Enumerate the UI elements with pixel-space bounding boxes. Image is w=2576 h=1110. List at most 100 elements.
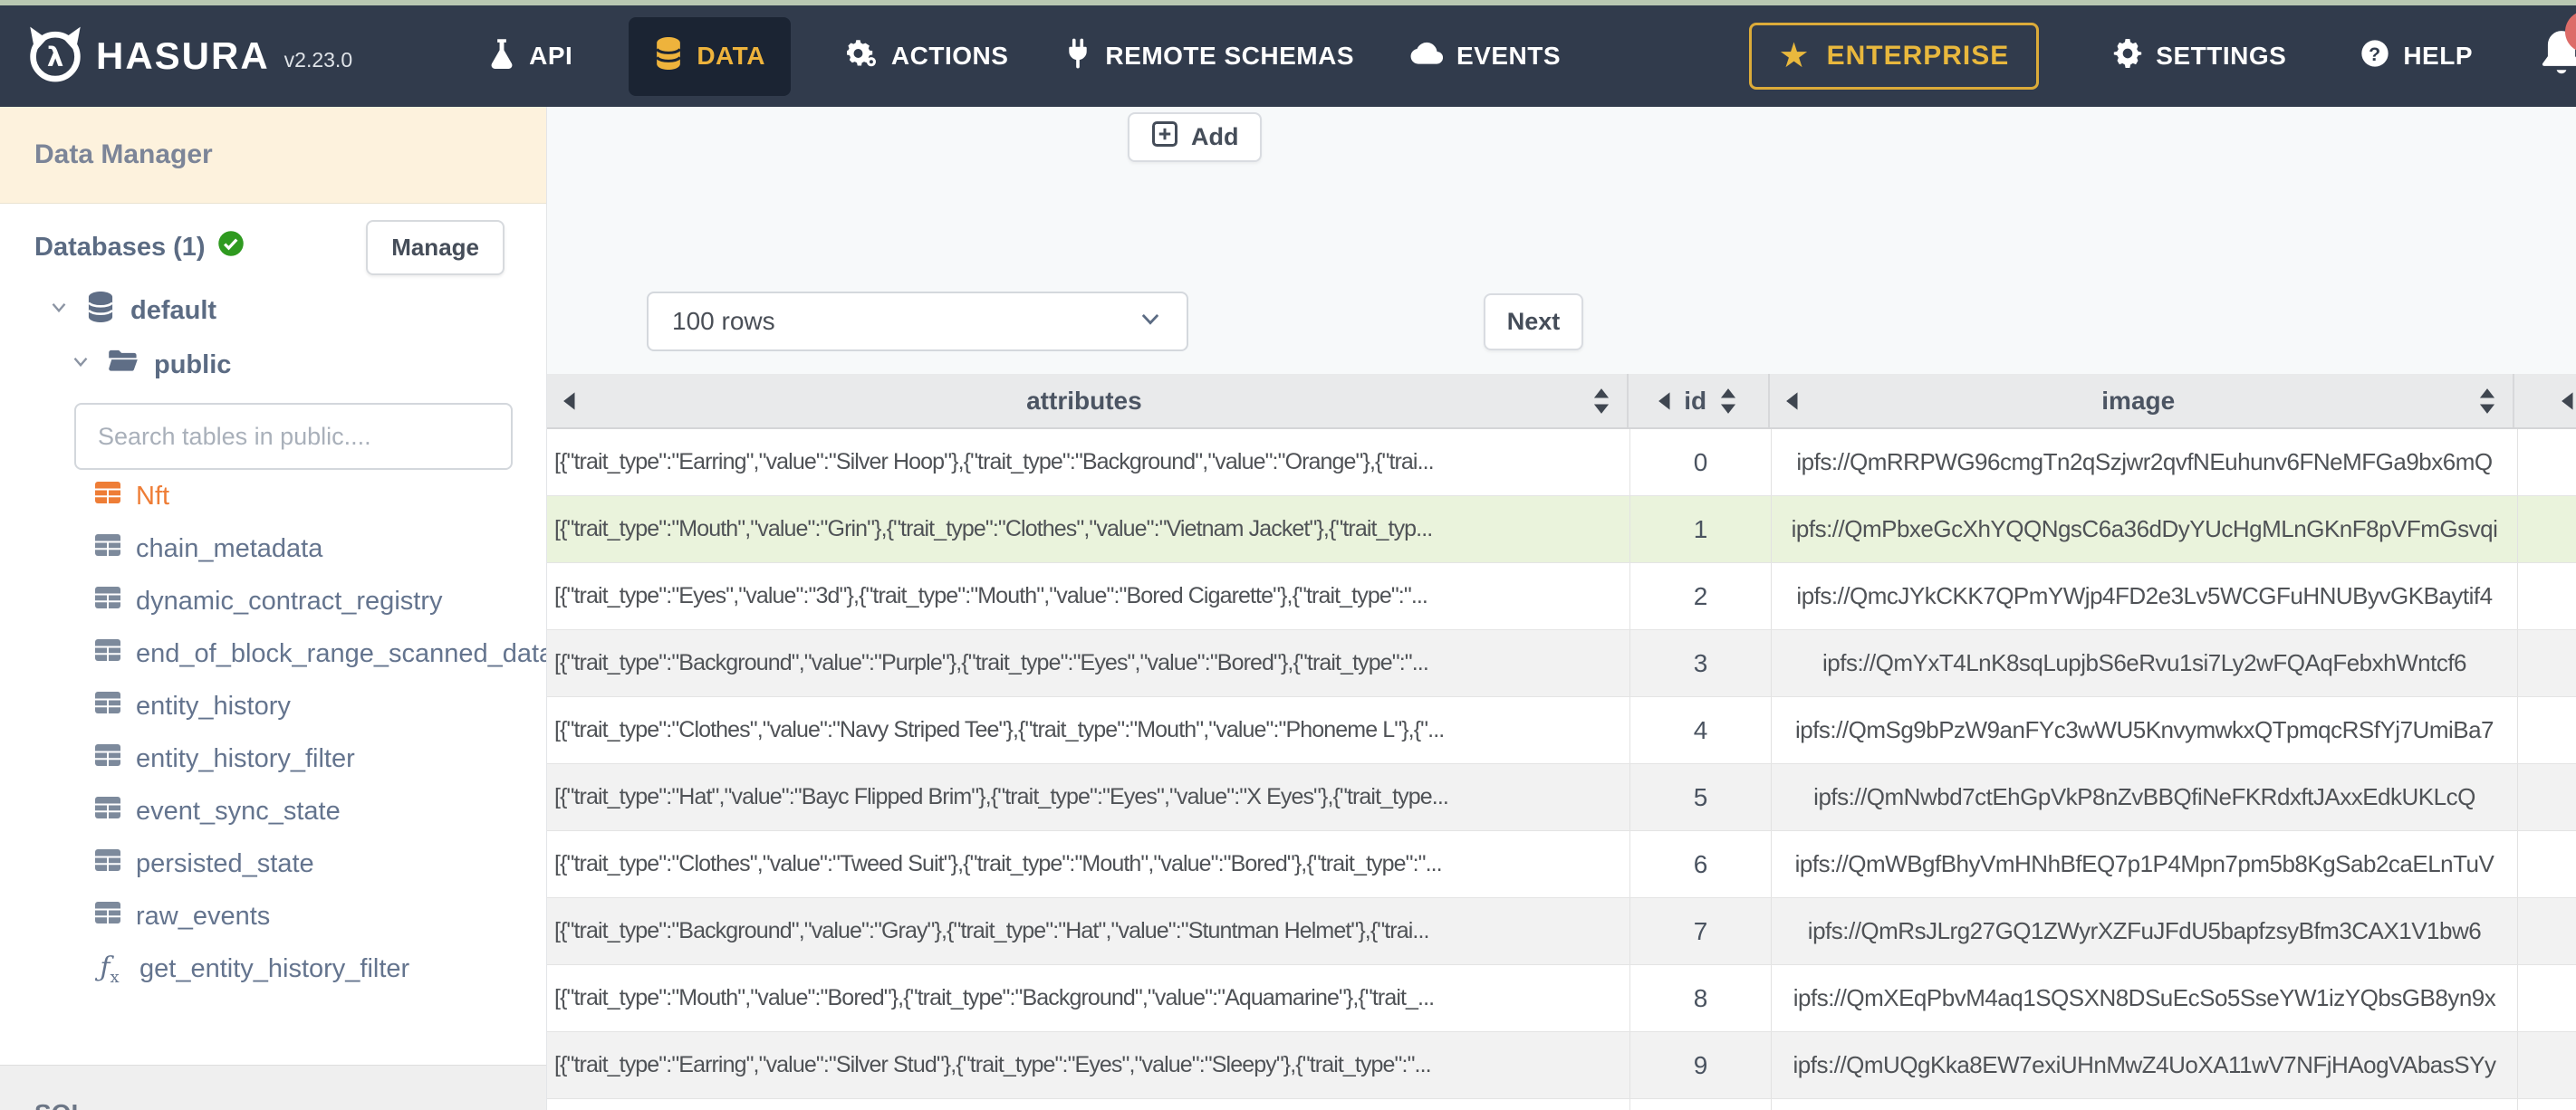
cell-attributes[interactable]: [{"trait_type":"Clothes","value":"Navy S… xyxy=(547,697,1630,763)
chevron-down-icon[interactable] xyxy=(69,349,92,380)
sort-icon[interactable] xyxy=(1717,388,1739,415)
cloud-icon xyxy=(1410,41,1444,72)
cell-id[interactable]: 2 xyxy=(1630,563,1772,629)
cell-image[interactable]: ipfs://QmWBgfBhyVmHNhBfEQ7p1P4Mpn7pm5b8K… xyxy=(1772,831,2518,897)
cell-extra[interactable] xyxy=(2518,1032,2576,1098)
nav-item-help[interactable]: ? HELP xyxy=(2360,39,2473,74)
cell-id[interactable]: 8 xyxy=(1630,965,1772,1031)
cell-image[interactable]: ipfs://QmNwbd7ctEhGpVkP8nZvBBQfiNeFKRdxf… xyxy=(1772,764,2518,830)
help-label: HELP xyxy=(2403,42,2473,70)
cell-image[interactable]: ipfs://QmUQgKka8EW7exiUHnMwZ4UoXA11wV7NF… xyxy=(1772,1032,2518,1098)
nav-item-settings[interactable]: SETTINGS xyxy=(2113,38,2286,74)
cell-image[interactable]: ipfs://QmSg9bPzW9anFYc3wWU5KnvymwkxQTpmq… xyxy=(1772,697,2518,763)
svg-text:?: ? xyxy=(2369,43,2381,65)
sort-icon[interactable] xyxy=(2476,388,2498,415)
cell-attributes[interactable]: [{"trait_type":"Background","value":"Gra… xyxy=(547,898,1630,964)
add-label: Add xyxy=(1191,123,1239,150)
nav-item-label: API xyxy=(529,42,573,70)
cell-image[interactable]: ipfs://QmYxT4LnK8sqLupjbS6eRvu1si7Ly2wFQ… xyxy=(1772,630,2518,696)
hasura-logo-icon: λ xyxy=(25,24,85,89)
sidebar-item-table-end-of-block-range-scanned-data[interactable]: end_of_block_range_scanned_data xyxy=(94,627,546,680)
cell-id[interactable]: 4 xyxy=(1630,697,1772,763)
sidebar-item-table-nft[interactable]: Nft xyxy=(94,470,546,522)
cell-extra[interactable] xyxy=(2518,1099,2576,1110)
cell-attributes[interactable] xyxy=(547,1099,1630,1110)
flask-icon xyxy=(488,38,515,75)
table-icon xyxy=(94,586,121,617)
cell-extra[interactable] xyxy=(2518,630,2576,696)
cell-extra[interactable] xyxy=(2518,496,2576,562)
notifications-bell[interactable]: 8 xyxy=(2538,10,2576,84)
sidebar-item-table-raw-events[interactable]: raw_events xyxy=(94,890,546,943)
nav-item-remote-schemas[interactable]: REMOTE SCHEMAS xyxy=(1064,38,1354,75)
cell-extra[interactable] xyxy=(2518,563,2576,629)
nav-item-data[interactable]: DATA xyxy=(629,16,791,96)
search-tables-input[interactable] xyxy=(74,403,513,470)
rows-per-page-select[interactable]: 100 rows xyxy=(647,292,1188,351)
cell-attributes[interactable]: [{"trait_type":"Mouth","value":"Bored"},… xyxy=(547,965,1630,1031)
cell-id[interactable]: 6 xyxy=(1630,831,1772,897)
cell-id[interactable]: 1 xyxy=(1630,496,1772,562)
sidebar-item-table-event-sync-state[interactable]: event_sync_state xyxy=(94,785,546,837)
cell-attributes[interactable]: [{"trait_type":"Background","value":"Pur… xyxy=(547,630,1630,696)
plus-box-icon xyxy=(1151,120,1178,154)
cell-attributes[interactable]: [{"trait_type":"Mouth","value":"Grin"},{… xyxy=(547,496,1630,562)
sort-icon[interactable] xyxy=(1591,388,1612,415)
cell-attributes[interactable]: [{"trait_type":"Hat","value":"Bayc Flipp… xyxy=(547,764,1630,830)
sidebar-item-table-dynamic-contract-registry[interactable]: dynamic_contract_registry xyxy=(94,575,546,627)
cell-extra[interactable] xyxy=(2518,429,2576,495)
cell-image[interactable]: ipfs://QmPbxeGcXhYQQNgsC6a36dDyYUcHgMLnG… xyxy=(1772,496,2518,562)
table-row: [{"trait_type":"Mouth","value":"Bored"},… xyxy=(547,965,2576,1032)
brand[interactable]: λ HASURA v2.23.0 xyxy=(25,24,352,89)
collapse-column-icon[interactable] xyxy=(562,391,578,411)
sql-section-label[interactable]: SQL xyxy=(34,1099,546,1110)
add-row-button[interactable]: Add xyxy=(1128,112,1263,162)
plug-icon xyxy=(1064,38,1091,75)
table-name: dynamic_contract_registry xyxy=(136,586,443,616)
nav-right: ★ ENTERPRISE SETTINGS ? HELP 8 xyxy=(1748,10,2576,90)
collapse-column-icon[interactable] xyxy=(1784,391,1801,411)
cell-attributes[interactable]: [{"trait_type":"Clothes","value":"Tweed … xyxy=(547,831,1630,897)
sidebar-item-function-get-entity-history-filter[interactable]: ƒx get_entity_history_filter xyxy=(94,943,546,995)
sidebar-item-table-persisted-state[interactable]: persisted_state xyxy=(94,837,546,890)
cell-id[interactable]: 3 xyxy=(1630,630,1772,696)
nav-item-label: EVENTS xyxy=(1456,42,1562,70)
cell-attributes[interactable]: [{"trait_type":"Earring","value":"Silver… xyxy=(547,1032,1630,1098)
manage-button[interactable]: Manage xyxy=(366,219,505,275)
tree-item-database-default[interactable]: default xyxy=(47,287,546,334)
next-page-button[interactable]: Next xyxy=(1484,293,1583,350)
cell-extra[interactable] xyxy=(2518,831,2576,897)
enterprise-button[interactable]: ★ ENTERPRISE xyxy=(1748,23,2040,90)
tree-item-schema-public[interactable]: public xyxy=(69,341,546,388)
cell-extra[interactable] xyxy=(2518,697,2576,763)
nav-item-api[interactable]: API xyxy=(488,38,572,75)
collapse-column-icon[interactable] xyxy=(1657,391,1673,411)
nav-item-events[interactable]: EVENTS xyxy=(1410,41,1561,72)
cell-id[interactable]: 5 xyxy=(1630,764,1772,830)
sidebar-item-table-entity-history-filter[interactable]: entity_history_filter xyxy=(94,732,546,785)
cell-image[interactable]: ipfs://QmcJYkCKK7QPmYWjp4FD2e3Lv5WCGFuHN… xyxy=(1772,563,2518,629)
nav-item-actions[interactable]: ACTIONS xyxy=(846,38,1009,75)
cell-attributes[interactable]: [{"trait_type":"Earring","value":"Silver… xyxy=(547,429,1630,495)
cell-id[interactable]: 0 xyxy=(1630,429,1772,495)
cell-image[interactable]: ipfs://QmXEqPbvM4aq1SQSXN8DSuEcSo5SseYW1… xyxy=(1772,965,2518,1031)
collapse-column-icon[interactable] xyxy=(2560,391,2576,411)
cell-id[interactable] xyxy=(1630,1099,1772,1110)
cell-extra[interactable] xyxy=(2518,898,2576,964)
nav-item-label: REMOTE SCHEMAS xyxy=(1105,42,1354,70)
cell-id[interactable]: 7 xyxy=(1630,898,1772,964)
chevron-down-icon[interactable] xyxy=(47,295,71,326)
cell-image[interactable]: ipfs://QmRsJLrg27GQ1ZWyrXZFuJFdU5bapfzsy… xyxy=(1772,898,2518,964)
column-label: image xyxy=(2101,386,2176,415)
function-icon: ƒx xyxy=(100,951,120,987)
cell-id[interactable]: 9 xyxy=(1630,1032,1772,1098)
column-header-id: id xyxy=(1629,374,1770,427)
cell-attributes[interactable]: [{"trait_type":"Eyes","value":"3d"},{"tr… xyxy=(547,563,1630,629)
cell-image[interactable] xyxy=(1772,1099,2518,1110)
cell-extra[interactable] xyxy=(2518,764,2576,830)
cell-extra[interactable] xyxy=(2518,965,2576,1031)
cell-image[interactable]: ipfs://QmRRPWG96cmgTn2qSzjwr2qvfNEuhunv6… xyxy=(1772,429,2518,495)
sidebar-item-table-entity-history[interactable]: entity_history xyxy=(94,680,546,732)
sidebar-item-table-chain-metadata[interactable]: chain_metadata xyxy=(94,522,546,575)
bell-icon xyxy=(2538,30,2576,83)
